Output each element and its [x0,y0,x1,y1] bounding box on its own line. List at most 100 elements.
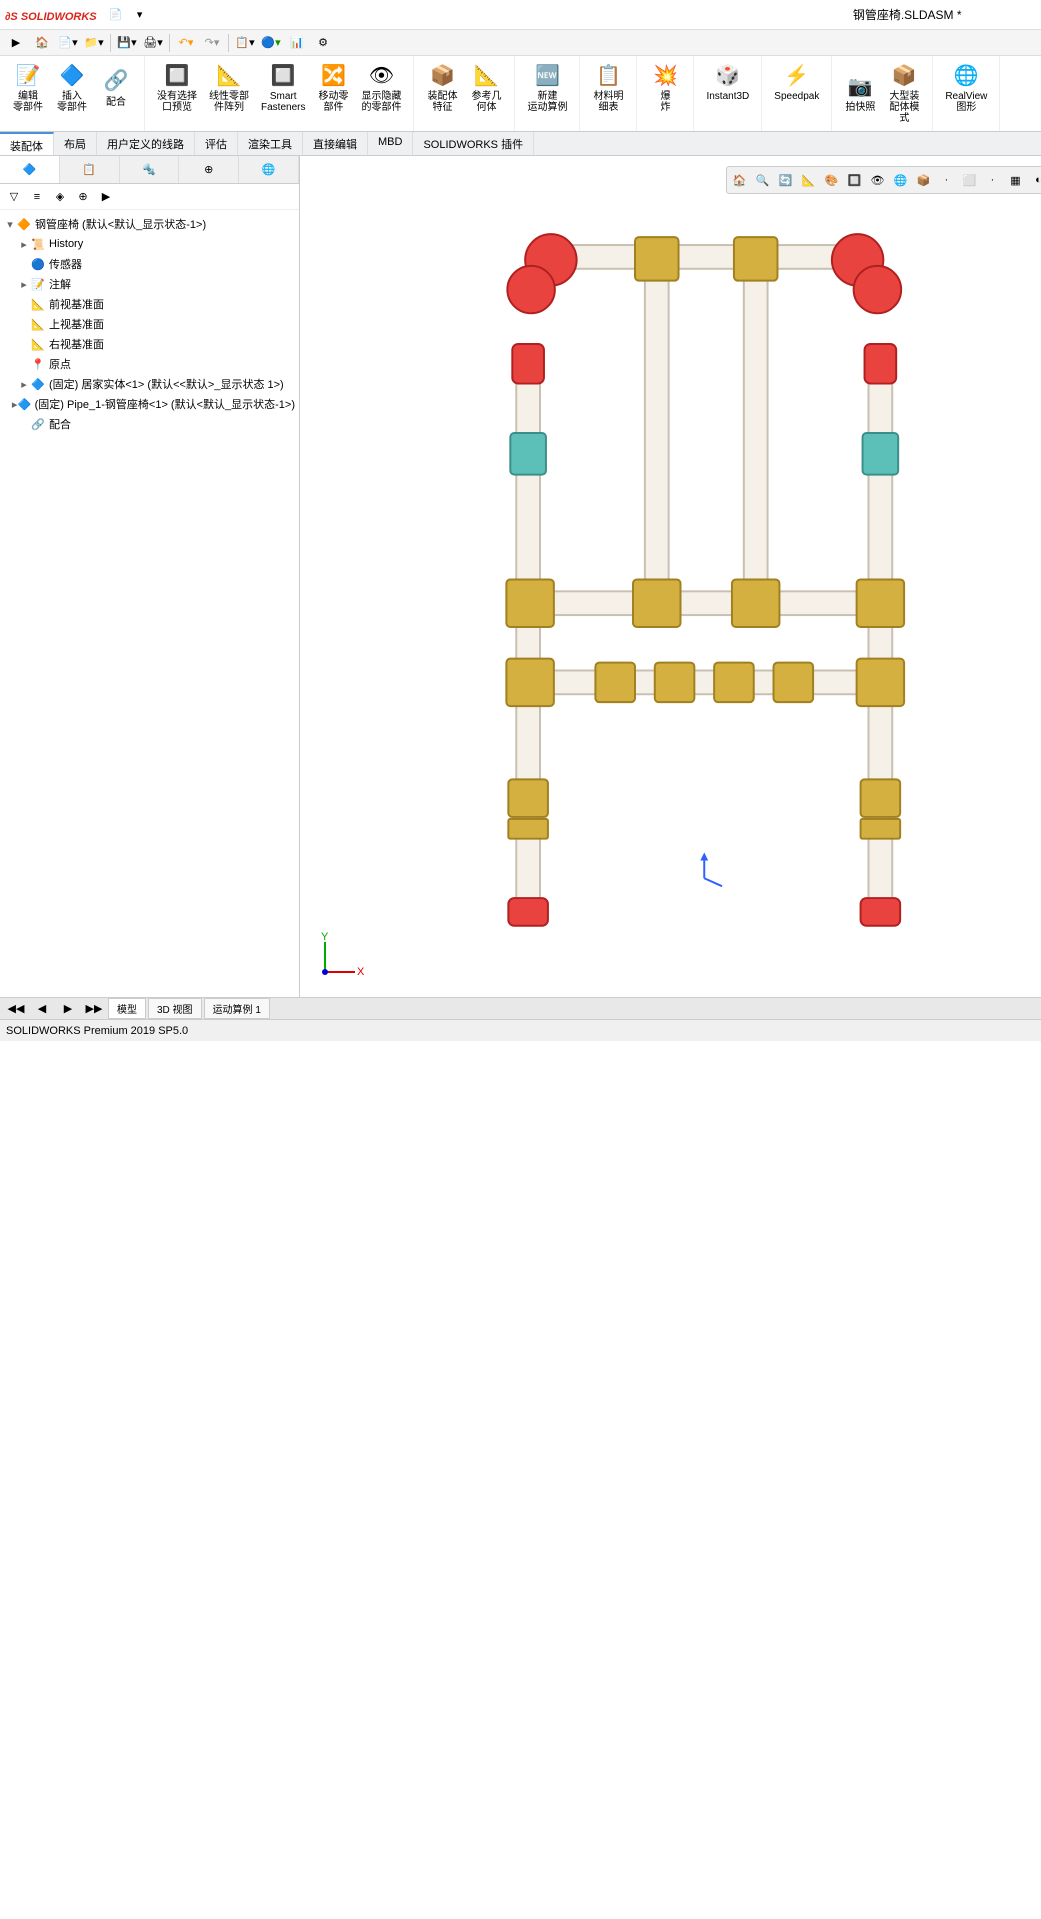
view-tool-icon[interactable]: 🔲 [845,170,865,190]
open-icon[interactable]: 📁▾ [82,32,106,54]
ribbon-button[interactable]: 🔲SmartFasteners [257,59,309,115]
tree-node[interactable]: ▸🔷(固定) 居家实体<1> (默认<<默认>_显示状态 1>) [4,374,295,394]
ribbon-label: 装配体特征 [427,91,457,113]
view-axes-icon: Y X [315,932,365,982]
menu-bar: ▶ 🏠 📄▾ 📁▾ 💾▾ 🖨▾ ↶▾ ↷▾ 📋▾ 🔵▾ 📊 ⚙ [0,30,1041,56]
ribbon-button[interactable]: 📦装配体特征 [422,59,462,115]
ribbon-button[interactable]: 💥爆炸 [645,59,685,115]
tab[interactable]: 渲染工具 [238,132,303,155]
side-tab[interactable]: 📋 [60,156,120,183]
tree-node[interactable]: 🔵传感器 [4,254,295,274]
view-tool-icon[interactable]: 🎨 [822,170,842,190]
tree-node[interactable]: 🔗配合 [4,414,295,434]
tab[interactable]: 用户定义的线路 [97,132,195,155]
menu-expand-icon[interactable]: ▶ [4,32,28,54]
print-icon[interactable]: 🖨▾ [141,32,165,54]
view-tool-icon[interactable]: · [937,170,957,190]
ribbon-button[interactable]: 📐线性零部件阵列 [205,59,253,115]
tab-nav-next-icon[interactable]: ▶ [56,998,80,1020]
tab-nav-prev-icon[interactable]: ◀◀ [4,998,28,1020]
view-tool-icon[interactable]: ◐ [1029,170,1041,190]
ribbon-button[interactable]: 🎲Instant3D [702,59,753,104]
ribbon-button[interactable]: ⚡Speedpak [770,59,823,104]
ribbon-button[interactable]: 🔗配合 [96,65,136,110]
settings-icon[interactable]: ⚙ [311,32,335,54]
tree-node[interactable]: ▸📜History [4,234,295,254]
bottom-tab[interactable]: 运动算例 1 [204,998,270,1019]
tree-item-icon: 📐 [30,316,46,332]
view-tool-icon[interactable]: 🔍 [753,170,773,190]
ribbon-icon: 💥 [651,61,679,89]
qa-icon[interactable]: 📄 [107,6,125,24]
redo-icon[interactable]: ↷▾ [200,32,224,54]
tab-nav-prev-icon[interactable]: ◀ [30,998,54,1020]
tree-node[interactable]: ▸📝注解 [4,274,295,294]
side-tab[interactable]: 🔩 [120,156,180,183]
tree-node[interactable]: 📐右视基准面 [4,334,295,354]
ribbon-button[interactable]: 🔷插入零部件 [52,59,92,115]
ribbon-button[interactable]: 🆕新建运动算例 [523,59,571,115]
ribbon-button[interactable]: 📷拍快照 [840,70,880,115]
side-tool-icon[interactable]: ▶ [96,187,116,207]
tree-node[interactable]: ▸🔷(固定) Pipe_1-钢管座椅<1> (默认<默认_显示状态-1>) [4,394,295,414]
tree-item-label: History [49,238,83,250]
undo-icon[interactable]: ↶▾ [174,32,198,54]
ribbon-button[interactable]: 📋材料明细表 [588,59,628,115]
tab[interactable]: 评估 [195,132,238,155]
tab[interactable]: MBD [368,132,413,155]
new-icon[interactable]: 📄▾ [56,32,80,54]
side-tab[interactable]: ⊕ [179,156,239,183]
ribbon-label: 新建运动算例 [527,91,567,113]
bottom-tab[interactable]: 模型 [108,998,146,1019]
ribbon-button[interactable]: 📐参考几何体 [466,59,506,115]
expand-icon[interactable]: ▸ [18,378,30,391]
view-tool-icon[interactable]: 👁 [868,170,888,190]
tree-item-label: (固定) Pipe_1-钢管座椅<1> (默认<默认_显示状态-1>) [35,396,295,412]
view-tool-icon[interactable]: ▦ [1006,170,1026,190]
side-tool-icon[interactable]: ≡ [27,187,47,207]
tree-root[interactable]: ▾ 🔶 钢管座椅 (默认<默认_显示状态-1>) [4,214,295,234]
view-tool-icon[interactable]: 🏠 [730,170,750,190]
tree-node[interactable]: 📍原点 [4,354,295,374]
side-tool-icon[interactable]: ▽ [4,187,24,207]
tab-nav-next-icon[interactable]: ▶▶ [82,998,106,1020]
side-tool-icon[interactable]: ◈ [50,187,70,207]
expand-icon[interactable]: ▸ [18,278,30,291]
ribbon-label: Instant3D [706,91,749,102]
tab[interactable]: 装配体 [0,132,54,155]
quick-access-toolbar: 📄 ▾ [107,6,149,24]
select-icon[interactable]: 📋▾ [233,32,257,54]
title-bar: ∂S SOLIDWORKS 📄 ▾ 钢管座椅.SLDASM * 🔍 ▾ ?▾ ▁… [0,0,1041,30]
collapse-icon[interactable]: ▾ [4,218,16,231]
view-tool-icon[interactable]: 📐 [799,170,819,190]
ribbon-button[interactable]: 🔲没有选择口预览 [153,59,201,115]
side-tabs: 🔷📋🔩⊕🌐 [0,156,299,184]
view-tool-icon[interactable]: 📦 [914,170,934,190]
side-tab[interactable]: 🔷 [0,156,60,183]
view-tool-icon[interactable]: ⬜ [960,170,980,190]
option-icon[interactable]: 📊 [285,32,309,54]
tree-node[interactable]: 📐上视基准面 [4,314,295,334]
tab[interactable]: 布局 [54,132,97,155]
qa-icon[interactable]: ▾ [131,6,149,24]
view-tool-icon[interactable]: 🌐 [891,170,911,190]
view-tool-icon[interactable]: 🔄 [776,170,796,190]
save-icon[interactable]: 💾▾ [115,32,139,54]
tree-item-icon: 📝 [30,276,46,292]
tab[interactable]: 直接编辑 [303,132,368,155]
side-tool-icon[interactable]: ⊕ [73,187,93,207]
ribbon-button[interactable]: 📝编辑零部件 [8,59,48,115]
side-tab[interactable]: 🌐 [239,156,299,183]
viewport-front[interactable]: Y X 🏠🔍🔄📐🎨🔲👁🌐📦·⬜·▦◐◈📷 [300,156,1041,997]
rebuild-icon[interactable]: 🔵▾ [259,32,283,54]
bottom-tab[interactable]: 3D 视图 [148,998,202,1019]
expand-icon[interactable]: ▸ [18,238,30,251]
ribbon-button[interactable]: 🌐RealView图形 [941,59,991,115]
tree-node[interactable]: 📐前视基准面 [4,294,295,314]
tab[interactable]: SOLIDWORKS 插件 [413,132,534,155]
view-tool-icon[interactable]: · [983,170,1003,190]
home-icon[interactable]: 🏠 [30,32,54,54]
ribbon-button[interactable]: 📦大型装配体模式 [884,59,924,126]
ribbon-button[interactable]: 🔀移动零部件 [313,59,353,115]
ribbon-button[interactable]: 👁显示隐藏的零部件 [357,59,405,115]
